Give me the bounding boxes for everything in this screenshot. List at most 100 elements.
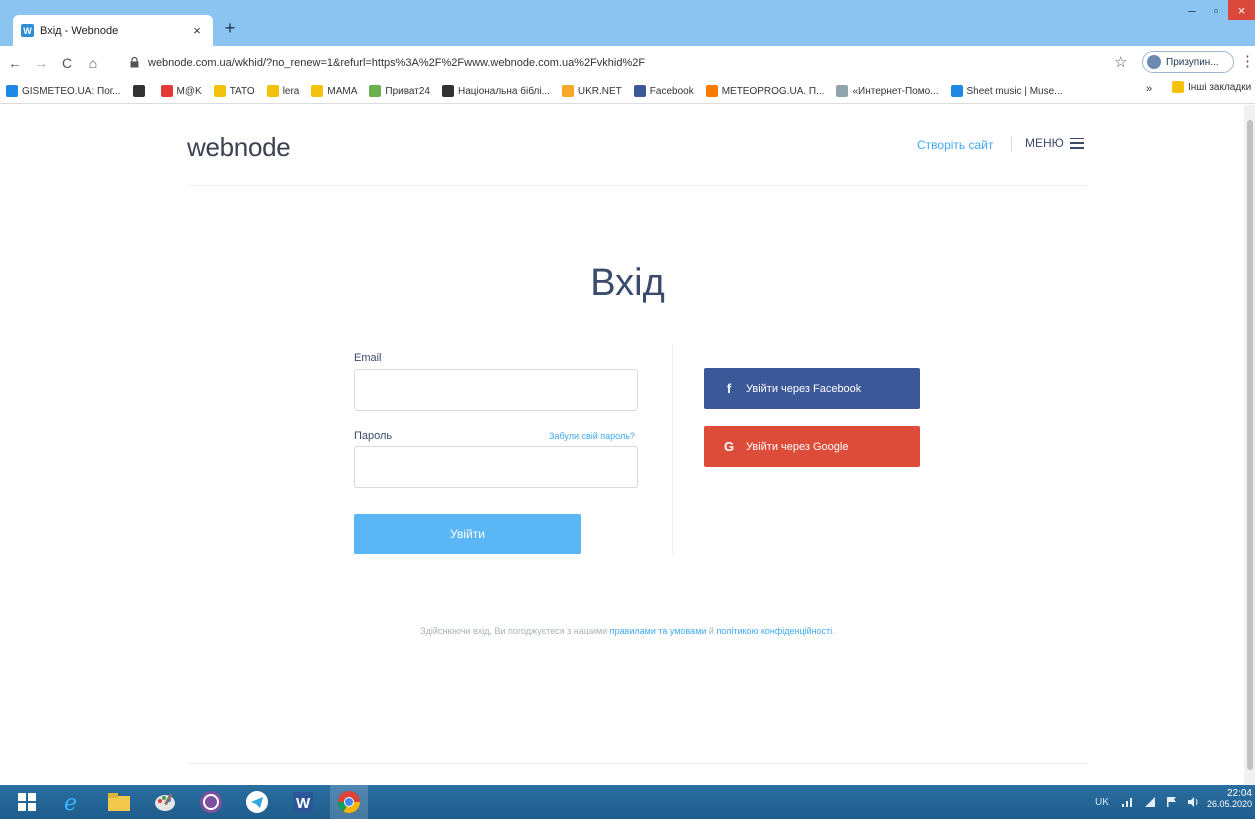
header-separator [187, 185, 1087, 186]
bookmark-item[interactable]: Sheet music | Muse... [950, 85, 1062, 97]
folder-icon [1172, 81, 1184, 93]
viber-icon[interactable] [192, 785, 230, 819]
network-icon[interactable] [1121, 795, 1135, 809]
telegram-icon[interactable] [238, 785, 276, 819]
google-login-label: Увійти через Google [746, 440, 849, 453]
clock[interactable]: 22:04 26.05.2020 [1200, 788, 1252, 809]
svg-text:W: W [296, 795, 311, 812]
privacy-link[interactable]: політикою конфіденційності [716, 626, 832, 636]
password-field[interactable] [354, 446, 638, 488]
system-tray: UK [1095, 785, 1209, 819]
bookmark-favicon-icon [132, 85, 145, 97]
reload-icon[interactable]: C [56, 52, 78, 74]
bookmark-favicon-icon [836, 85, 849, 97]
tab-strip: W Вхід - Webnode × + – ▫ × [0, 0, 1255, 46]
bookmark-item[interactable] [132, 85, 149, 97]
avatar [1147, 55, 1161, 69]
bookmark-label: Facebook [649, 85, 694, 97]
footer-separator [187, 763, 1087, 764]
bookmark-star-icon[interactable]: ☆ [1114, 53, 1127, 71]
webnode-logo[interactable]: webnode [187, 132, 291, 163]
bookmarks-overflow-chevron-icon[interactable]: » [1146, 83, 1152, 95]
bookmark-favicon-icon [561, 85, 574, 97]
bookmark-item[interactable]: TATO [213, 85, 255, 97]
hamburger-icon [1069, 137, 1084, 149]
menu-label: МЕНЮ [1025, 136, 1064, 150]
clock-date: 26.05.2020 [1206, 799, 1252, 809]
word-icon[interactable]: W [284, 785, 322, 819]
email-field[interactable] [354, 369, 638, 411]
legal-prefix: Здійснюючи вхід, Ви погоджуєтеся з нашим… [420, 626, 610, 636]
volume-icon[interactable] [1187, 795, 1201, 809]
bookmark-item[interactable]: Facebook [633, 85, 694, 97]
bookmark-label: «Интернет-Помо... [852, 85, 939, 97]
bookmark-item[interactable]: «Интернет-Помо... [836, 85, 939, 97]
bookmark-item[interactable]: lera [266, 85, 299, 97]
bookmark-item[interactable]: GISMETEO.UA: Пог... [6, 85, 121, 97]
legal-suffix: . [832, 626, 835, 636]
bookmark-favicon-icon [950, 85, 963, 97]
bookmark-favicon-icon [633, 85, 646, 97]
window-minimize-button[interactable]: – [1180, 0, 1204, 20]
more-menu-icon[interactable]: ⋮ [1240, 52, 1255, 70]
forgot-password-link[interactable]: Забули свій пароль? [549, 431, 635, 441]
signal-icon[interactable] [1143, 795, 1157, 809]
browser-window: W Вхід - Webnode × + – ▫ × ← → C ⌂ webno… [0, 0, 1255, 819]
bookmark-label: GISMETEO.UA: Пог... [22, 85, 121, 97]
menu-button[interactable]: МЕНЮ [1025, 136, 1084, 150]
bookmark-label: MAMA [327, 85, 358, 97]
page-title: Вхід [590, 262, 665, 304]
bookmark-item[interactable]: UKR.NET [561, 85, 622, 97]
bookmark-item[interactable]: M@K [160, 85, 202, 97]
bookmarks-bar: GISMETEO.UA: Пог... M@K TATO lera MAMA Приват… [0, 79, 1255, 104]
legal-notice: Здійснюючи вхід, Ви погоджуєтеся з нашим… [0, 626, 1255, 636]
profile-name: Призупин... [1166, 56, 1219, 68]
svg-text:e: e [64, 791, 77, 814]
terms-link[interactable]: правилами та умовами [610, 626, 707, 636]
bookmark-favicon-icon [266, 85, 279, 97]
tab-title: Вхід - Webnode [40, 24, 119, 37]
new-tab-plus-icon[interactable]: + [220, 18, 240, 38]
page-content [0, 105, 1255, 785]
back-arrow-icon[interactable]: ← [4, 52, 26, 74]
internet-explorer-icon[interactable]: e [54, 785, 92, 819]
create-site-link[interactable]: Створіть сайт [917, 138, 993, 152]
bookmark-item[interactable]: Приват24 [369, 85, 430, 97]
paint-icon[interactable] [146, 785, 184, 819]
window-maximize-button[interactable]: ▫ [1204, 0, 1228, 20]
profile-button[interactable]: Призупин... [1142, 51, 1234, 73]
window-close-button[interactable]: × [1228, 0, 1255, 20]
bookmark-favicon-icon [6, 85, 18, 97]
forward-arrow-icon[interactable]: → [30, 52, 52, 74]
bookmark-item[interactable]: MAMA [311, 85, 357, 97]
other-bookmarks-folder[interactable]: Інші закладки [1172, 81, 1251, 93]
file-explorer-icon[interactable] [100, 785, 138, 819]
facebook-login-button[interactable]: f Увійти через Facebook [704, 368, 920, 409]
header-divider [1011, 137, 1012, 152]
login-button[interactable]: Увійти [354, 514, 581, 554]
legal-middle: й [706, 626, 717, 636]
scrollbar-thumb[interactable] [1247, 120, 1253, 770]
browser-toolbar: ← → C ⌂ webnode.com.ua/wkhid/?no_renew=1… [0, 46, 1255, 79]
home-icon[interactable]: ⌂ [82, 52, 104, 74]
bookmark-label: M@K [176, 85, 202, 97]
google-login-button[interactable]: G Увійти через Google [704, 426, 920, 467]
bookmark-favicon-icon [213, 85, 226, 97]
other-bookmarks-label: Інші закладки [1188, 81, 1252, 93]
language-indicator[interactable]: UK [1095, 797, 1109, 808]
windows-taskbar: e W UK 22:04 26.05.2020 [0, 785, 1255, 819]
bookmark-label: UKR.NET [577, 85, 622, 97]
google-icon: G [723, 439, 735, 454]
tab-close-icon[interactable]: × [189, 23, 205, 38]
facebook-login-label: Увійти через Facebook [746, 382, 862, 395]
bookmark-favicon-icon [441, 85, 454, 97]
bookmark-item[interactable]: Національна біблі... [441, 85, 550, 97]
action-center-flag-icon[interactable] [1165, 795, 1179, 809]
lock-icon [128, 57, 140, 69]
chrome-icon[interactable] [330, 785, 368, 819]
start-windows-icon[interactable] [8, 785, 46, 819]
bookmark-label: Національна біблі... [457, 85, 550, 97]
bookmark-item[interactable]: METEOPROG.UA. П... [705, 85, 824, 97]
active-tab[interactable]: W Вхід - Webnode × [13, 15, 213, 46]
address-bar[interactable]: webnode.com.ua/wkhid/?no_renew=1&refurl=… [128, 51, 1140, 74]
